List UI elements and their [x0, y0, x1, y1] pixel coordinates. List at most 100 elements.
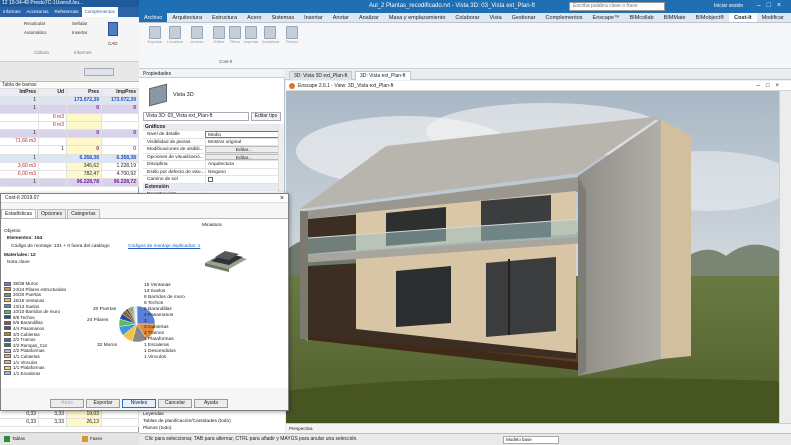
tab-categorias[interactable]: Categorías	[67, 209, 100, 218]
cell[interactable]	[0, 121, 39, 129]
filtrar-button[interactable]: Filtrar	[227, 26, 243, 44]
property-value[interactable]	[205, 176, 281, 183]
legend-item[interactable]: 2/2 Plataformas	[4, 348, 45, 353]
cell[interactable]: 0,33	[0, 419, 39, 427]
excel-tab-referencias[interactable]: Referencias	[52, 7, 82, 17]
properties-scrollbar[interactable]	[278, 124, 284, 192]
checkbox[interactable]	[208, 177, 213, 182]
tab-complementos[interactable]: Complementos	[541, 13, 588, 22]
legend-item[interactable]: 38/38 Muros	[4, 281, 38, 286]
tab-estructura[interactable]: Estructura	[207, 13, 242, 22]
tab-colaborar[interactable]: Colaborar	[450, 13, 484, 22]
toolbar-icons[interactable]	[84, 68, 114, 76]
legend-item[interactable]: 10/10 Barridos de muro	[4, 309, 60, 314]
insertar-button[interactable]: Insertar	[72, 30, 87, 35]
legend-item[interactable]: 1/1 Vinculos	[4, 359, 37, 365]
export-button[interactable]: Exportar	[86, 399, 120, 408]
cell[interactable]: 3,33	[39, 419, 67, 427]
table-row[interactable]: 1 00	[0, 105, 139, 114]
senalar-button[interactable]: Señalar	[72, 21, 88, 26]
cell[interactable]	[39, 138, 67, 146]
property-value[interactable]: Ninguno	[205, 168, 281, 175]
legend-item[interactable]: 6/6 Barandillas	[4, 320, 43, 325]
legend-item[interactable]: 20/20 Puertas	[4, 292, 41, 297]
property-row[interactable]: Estilo por defecto de visu... Ninguno	[143, 168, 281, 176]
cell[interactable]: 0	[67, 146, 102, 154]
cell[interactable]: 1	[0, 129, 39, 138]
property-row[interactable]: Camino de sol	[143, 176, 281, 184]
tab-cost-it[interactable]: Cost-It	[729, 13, 757, 22]
tab-opciones[interactable]: Opciones	[36, 209, 67, 218]
tab-analizar[interactable]: Analizar	[354, 13, 384, 22]
enscape-window-controls[interactable]: –□×	[757, 81, 785, 91]
excel-tab-accesorios[interactable]: Accesorios	[24, 7, 52, 17]
help-button[interactable]: Ayuda	[194, 399, 228, 408]
legend-item[interactable]: 24/24 Pilares estructurales	[4, 287, 66, 292]
property-value[interactable]: Mostrar original	[205, 138, 281, 145]
automatico-button[interactable]: Automático	[24, 30, 47, 35]
property-row[interactable]: Nivel de detalle Medio	[143, 131, 281, 139]
cell[interactable]: 1	[0, 179, 39, 187]
cell[interactable]: 1	[0, 154, 39, 162]
cad-button[interactable]: CAD	[108, 41, 118, 46]
tab-bimobject[interactable]: BIMobject®	[691, 13, 730, 22]
cell[interactable]: 173.072,39	[67, 97, 102, 105]
edit-visibility-button[interactable]: Editar...	[205, 146, 281, 153]
view-tab[interactable]: 3D: Vista 3D ext_Plan-ft	[289, 71, 353, 80]
col-header[interactable]: Ud	[39, 89, 67, 97]
cell[interactable]: 96.228,78	[67, 179, 102, 187]
cell[interactable]	[102, 411, 139, 419]
table-row[interactable]: 0,33 3,33 26,13	[0, 419, 139, 428]
cell[interactable]	[39, 170, 67, 179]
cell[interactable]	[0, 146, 39, 154]
tab-anotar[interactable]: Anotar	[328, 13, 354, 22]
table-row[interactable]: 71,66 m3	[0, 138, 139, 147]
cell[interactable]: 3,60 m3	[0, 162, 39, 170]
property-value[interactable]: Arquitectura	[205, 161, 281, 168]
cell[interactable]: 782,47	[67, 170, 102, 179]
edit-type-button[interactable]: Editar tipo	[251, 112, 281, 121]
cell[interactable]: 0	[67, 105, 102, 113]
cell[interactable]	[102, 138, 139, 146]
back-button[interactable]: Atrás	[50, 399, 84, 408]
cell[interactable]: 0 m3	[39, 121, 67, 129]
legend-item[interactable]: 15/15 Ventanas	[4, 298, 44, 303]
window-controls[interactable]: –□×	[757, 2, 787, 9]
property-row[interactable]: Disciplina Arquitectura	[143, 161, 281, 169]
cell[interactable]: 0	[67, 129, 102, 138]
cell[interactable]	[67, 138, 102, 146]
cell[interactable]: 96.228,72	[102, 179, 139, 187]
legend-item[interactable]: 2/2 Tramos	[4, 337, 36, 342]
legend-item[interactable]: 4/4 Pasamanos	[4, 326, 44, 331]
table-row[interactable]: 6,00 m3 782,47 4.700,92	[0, 170, 139, 180]
cell[interactable]: 1	[0, 105, 39, 113]
cell[interactable]	[39, 154, 67, 162]
cell[interactable]: 26,13	[67, 419, 102, 427]
cell[interactable]	[39, 162, 67, 170]
legend-item[interactable]: 2/2 Rampas_Cut	[4, 343, 47, 348]
cell[interactable]	[102, 113, 139, 121]
planos-button[interactable]: Planos	[284, 26, 300, 44]
cell[interactable]: 1.228,19	[102, 162, 139, 170]
col-header[interactable]: ImPres	[0, 89, 39, 97]
tab-gestionar[interactable]: Gestionar	[507, 13, 541, 22]
cell[interactable]: 6.358,38	[102, 154, 139, 162]
cell[interactable]: 0,33	[0, 411, 39, 419]
property-row[interactable]: Modificaciones de visibili... Editar...	[143, 146, 281, 154]
tab-acero[interactable]: Acero	[242, 13, 266, 22]
tree-item-leyendas[interactable]: Leyendas	[143, 412, 164, 417]
recalcular-button[interactable]: Recalcular	[24, 21, 45, 26]
col-header[interactable]: ImpPres	[102, 89, 139, 97]
cell[interactable]: 0	[102, 129, 139, 138]
cell[interactable]	[39, 179, 67, 187]
view-tab-active[interactable]: 3D: Vista ext_Plan-ft	[355, 71, 411, 80]
property-row[interactable]: Opciones de visualizació... Editar...	[143, 153, 281, 161]
tablas-tab[interactable]: Tablas	[12, 436, 25, 441]
tab-arquitectura[interactable]: Arquitectura	[167, 13, 207, 22]
legend-item[interactable]: 1/1 Plataformas	[4, 365, 45, 370]
acceso-button[interactable]: Acceso	[189, 26, 205, 44]
editar-button[interactable]: Editar	[211, 26, 227, 44]
table-row[interactable]: 1 173.072,39 173.072,39	[0, 97, 139, 106]
cell[interactable]: 6.358,38	[67, 154, 102, 162]
sign-in-link[interactable]: Iniciar sesión	[714, 3, 743, 9]
